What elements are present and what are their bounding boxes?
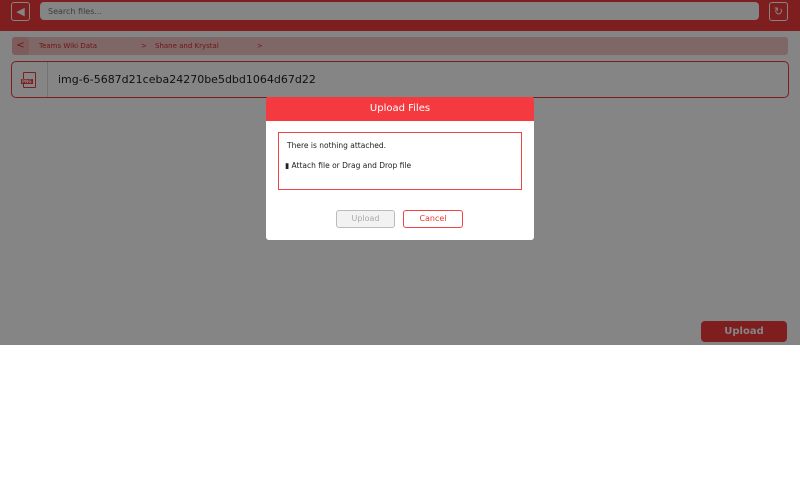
dialog-upload-button[interactable]: Upload xyxy=(336,210,395,228)
empty-message: There is nothing attached. xyxy=(287,141,386,150)
app: ◀ ↻ < Teams Wiki Data > Shane and Krysta… xyxy=(0,0,800,345)
dialog-title: Upload Files xyxy=(266,97,534,121)
dialog-cancel-button[interactable]: Cancel xyxy=(403,210,463,228)
upload-dialog: Upload Files There is nothing attached. … xyxy=(266,97,534,240)
drop-zone[interactable]: There is nothing attached. ▮ Attach file… xyxy=(278,132,522,190)
attach-file-link[interactable]: ▮ Attach file or Drag and Drop file xyxy=(285,161,411,170)
attach-label: Attach file or Drag and Drop file xyxy=(291,161,412,170)
paperclip-icon: ▮ xyxy=(285,161,290,170)
